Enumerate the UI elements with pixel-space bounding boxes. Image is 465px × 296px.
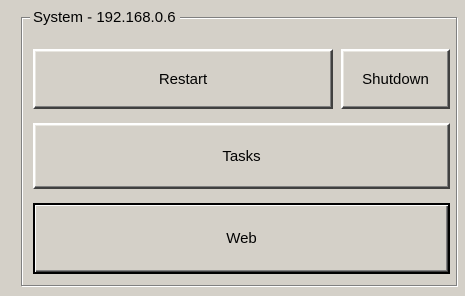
group-title: System - 192.168.0.6 (30, 10, 180, 26)
web-button[interactable]: Web (33, 203, 450, 274)
tasks-button-label: Tasks (222, 147, 261, 165)
shutdown-button-label: Shutdown (362, 70, 429, 88)
restart-button-label: Restart (158, 70, 208, 88)
restart-button[interactable]: Restart (33, 49, 333, 109)
shutdown-button[interactable]: Shutdown (341, 49, 450, 109)
tasks-button[interactable]: Tasks (33, 123, 450, 189)
web-button-label: Web (226, 230, 257, 247)
